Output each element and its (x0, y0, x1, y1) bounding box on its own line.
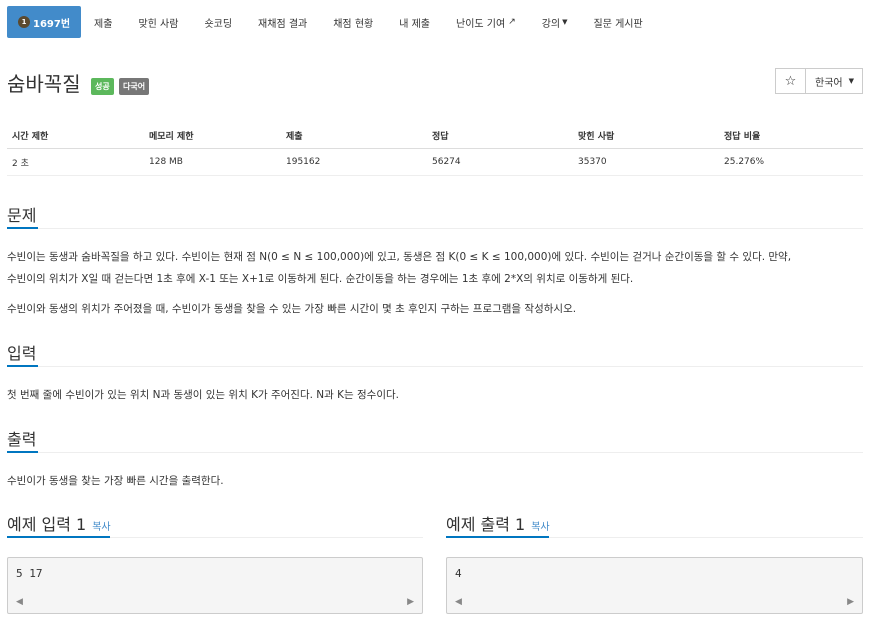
table-row: 2 초 128 MB 195162 56274 35370 25.276% (7, 149, 863, 176)
status-badge: 성공 (91, 78, 114, 95)
scroll-right-icon[interactable]: ▶ (847, 597, 854, 607)
tab-judge-status[interactable]: 채점 현황 (320, 6, 386, 38)
section-underline (7, 365, 38, 367)
section-divider (7, 228, 863, 229)
scroll-left-icon[interactable]: ◀ (16, 597, 23, 607)
tab-label: 맞힌 사람 (138, 18, 179, 30)
table-header-cell: 정답 비율 (724, 131, 761, 142)
tab-label: 난이도 기여 (456, 18, 506, 30)
problem-nav-tabs: 1 1697번 제출 맞힌 사람 숏코딩 재채점 결과 채점 현황 내 제출 난… (7, 6, 656, 38)
favorite-button[interactable]: ☆ (775, 68, 806, 94)
problem-title-row: 숨바꼭질 성공 다국어 ☆ 한국어 ▼ (7, 68, 863, 98)
tier-badge-icon: 1 (18, 16, 30, 28)
sample-output-title: 예제 출력 1 (446, 515, 526, 534)
section-underline (7, 536, 110, 538)
table-header-cell: 메모리 제한 (149, 131, 194, 142)
table-header-cell: 정답 (432, 131, 449, 142)
copy-sample-input-link[interactable]: 복사 (92, 522, 110, 533)
table-cell: 195162 (286, 157, 321, 167)
tab-label: 내 제출 (399, 18, 430, 30)
table-header-row: 시간 제한 메모리 제한 제출 정답 맞힌 사람 정답 비율 (7, 122, 863, 149)
tab-my-submissions[interactable]: 내 제출 (386, 6, 443, 38)
section-underline (7, 451, 38, 453)
problem-title: 숨바꼭질 (7, 72, 81, 96)
table-header-cell: 제출 (286, 131, 303, 142)
tab-label: 제출 (94, 18, 113, 30)
language-dropdown[interactable]: 한국어 ▼ (805, 68, 863, 94)
tab-label: 질문 게시판 (593, 18, 643, 30)
scroll-right-icon[interactable]: ▶ (407, 597, 414, 607)
sample-input-box[interactable]: 5 17 ◀ ▶ (7, 557, 423, 614)
tab-rejudge-results[interactable]: 재채점 결과 (245, 6, 320, 38)
external-link-icon: ↗ (508, 17, 516, 27)
table-cell: 2 초 (12, 158, 29, 169)
tab-label: 재채점 결과 (258, 18, 308, 30)
tab-difficulty-contribution[interactable]: 난이도 기여 ↗ (443, 6, 529, 38)
section-underline (446, 536, 549, 538)
sample-output-box[interactable]: 4 ◀ ▶ (446, 557, 863, 614)
problem-description: 수빈이는 동생과 숨바꼭질을 하고 있다. 수빈이는 현재 점 N(0 ≤ N … (7, 246, 863, 290)
tab-short-coding[interactable]: 숏코딩 (191, 6, 245, 38)
copy-sample-output-link[interactable]: 복사 (531, 522, 549, 533)
section-divider (7, 452, 863, 453)
problem-description-2: 수빈이와 동생의 위치가 주어졌을 때, 수빈이가 동생을 찾을 수 있는 가장… (7, 303, 577, 315)
scroll-left-icon[interactable]: ◀ (455, 597, 462, 607)
language-label: 한국어 (815, 77, 843, 89)
multilang-badge: 다국어 (119, 78, 150, 95)
table-cell: 128 MB (149, 157, 183, 167)
tab-label: 숏코딩 (204, 18, 233, 30)
tab-question-board[interactable]: 질문 게시판 (581, 6, 656, 38)
output-description: 수빈이가 동생을 찾는 가장 빠른 시간을 출력한다. (7, 475, 224, 487)
section-divider (7, 366, 863, 367)
tab-label: 강의 (541, 18, 561, 30)
tab-label: 1697번 (33, 18, 71, 30)
star-icon: ☆ (784, 73, 797, 89)
section-underline (7, 227, 38, 229)
problem-text-line: 수빈이는 동생과 숨바꼭질을 하고 있다. 수빈이는 현재 점 N(0 ≤ N … (7, 251, 792, 263)
table-cell: 35370 (578, 157, 607, 167)
sample-output-value: 4 (455, 567, 462, 580)
tab-problem-number[interactable]: 1 1697번 (7, 6, 82, 38)
tab-lectures[interactable]: 강의 ▼ (529, 6, 581, 38)
caret-down-icon: ▼ (562, 18, 568, 26)
table-cell: 56274 (432, 157, 461, 167)
table-header-cell: 시간 제한 (12, 131, 49, 142)
tab-submit[interactable]: 제출 (81, 6, 125, 38)
problem-text-line: 수빈이의 위치가 X일 때 걷는다면 1초 후에 X-1 또는 X+1로 이동하… (7, 273, 634, 285)
sample-input-title: 예제 입력 1 (7, 515, 87, 534)
caret-down-icon: ▼ (848, 77, 854, 85)
problem-info-table: 시간 제한 메모리 제한 제출 정답 맞힌 사람 정답 비율 2 초 128 M… (7, 122, 863, 176)
table-header-cell: 맞힌 사람 (578, 131, 615, 142)
tab-solved-users[interactable]: 맞힌 사람 (125, 6, 191, 38)
table-cell: 25.276% (724, 157, 765, 167)
input-description: 첫 번째 줄에 수빈이가 있는 위치 N과 동생이 있는 위치 K가 주어진다.… (7, 389, 400, 401)
tab-label: 채점 현황 (333, 18, 374, 30)
sample-input-value: 5 17 (16, 567, 43, 580)
